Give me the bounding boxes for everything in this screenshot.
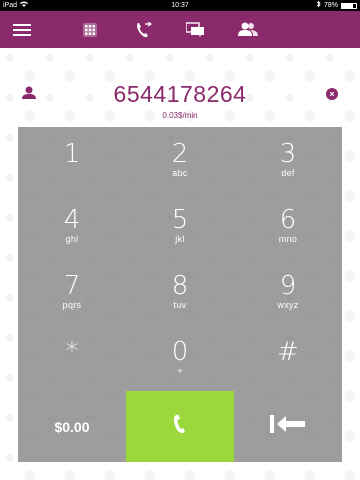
keypad-action-row: $0.00 — [18, 391, 342, 462]
messages-icon[interactable] — [182, 11, 210, 48]
key-digit: 1 — [63, 139, 81, 169]
key-digit: 8 — [171, 271, 189, 301]
phone-icon — [173, 414, 187, 439]
key-letters: wxyz — [277, 300, 299, 310]
menu-icon[interactable] — [8, 11, 36, 48]
battery-icon — [341, 2, 357, 9]
backspace-icon — [270, 414, 306, 439]
key-digit: # — [277, 337, 299, 367]
key-letters: abc — [172, 168, 188, 178]
key-2[interactable]: 2 abc — [126, 127, 234, 193]
key-4[interactable]: 4 ghi — [18, 193, 126, 259]
key-star[interactable]: * — [18, 325, 126, 391]
status-time: 10:37 — [171, 2, 189, 9]
key-letters: jkl — [175, 234, 185, 244]
key-digit: 9 — [279, 271, 297, 301]
key-digit: * — [65, 337, 79, 367]
key-letters: tuv — [173, 300, 187, 310]
contacts-icon[interactable] — [234, 11, 262, 48]
clear-number-icon[interactable]: × — [326, 88, 338, 100]
key-5[interactable]: 5 jkl — [126, 193, 234, 259]
backspace-button[interactable] — [234, 391, 342, 462]
call-rate: 0.03$/min — [162, 111, 198, 120]
key-digit: 6 — [279, 205, 297, 235]
key-9[interactable]: 9 wxyz — [234, 259, 342, 325]
dialed-number: 6544178264 — [113, 81, 247, 107]
key-letters: + — [177, 366, 183, 376]
key-1[interactable]: 1 — [18, 127, 126, 193]
dialpad-icon[interactable] — [76, 11, 104, 48]
status-bar: iPad 10:37 78% — [0, 0, 360, 11]
key-8[interactable]: 8 tuv — [126, 259, 234, 325]
key-3[interactable]: 3 def — [234, 127, 342, 193]
key-digit: 4 — [63, 205, 81, 235]
key-digit: 2 — [171, 139, 189, 169]
key-7[interactable]: 7 pqrs — [18, 259, 126, 325]
call-button[interactable] — [126, 391, 234, 462]
call-history-icon[interactable] — [130, 11, 158, 48]
key-digit: 0 — [171, 337, 189, 367]
key-6[interactable]: 6 mno — [234, 193, 342, 259]
key-letters: ghi — [65, 234, 79, 244]
key-letters: mno — [278, 234, 298, 244]
key-letters: def — [281, 168, 295, 178]
balance-label: $0.00 — [54, 418, 90, 435]
key-0[interactable]: 0 + — [126, 325, 234, 391]
key-digit: 3 — [279, 139, 297, 169]
top-nav-bar — [0, 11, 360, 48]
key-hash[interactable]: # — [234, 325, 342, 391]
bluetooth-icon — [316, 0, 321, 12]
keypad: 1 2 abc 3 def 4 ghi 5 jkl 6 mno 7 pqrs 8… — [18, 127, 342, 462]
battery-percent: 78% — [323, 2, 338, 9]
key-digit: 5 — [171, 205, 189, 235]
key-digit: 7 — [63, 271, 81, 301]
key-letters: pqrs — [62, 300, 82, 310]
